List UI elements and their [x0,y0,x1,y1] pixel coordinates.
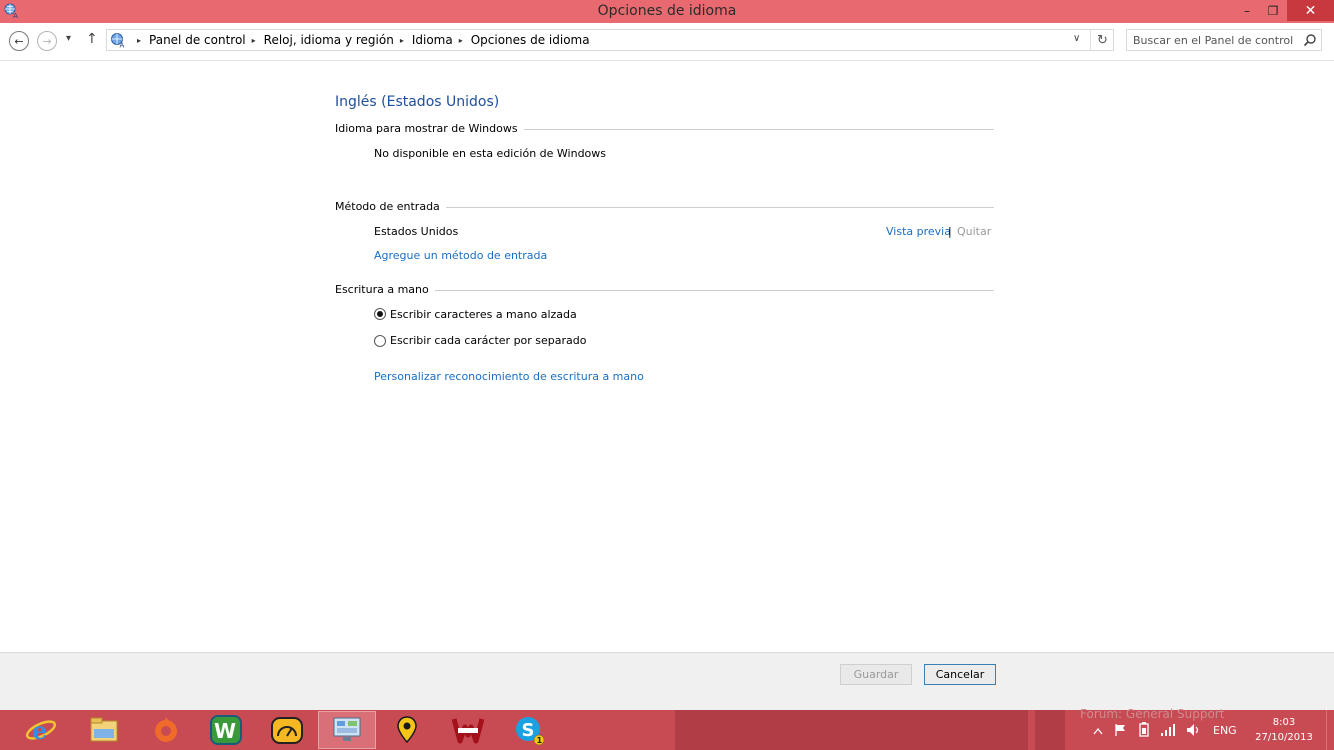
navigation-bar: ← → ▾ ↑ A ▸ Panel de control ▸ Reloj, id… [0,23,1334,61]
breadcrumb: ▸ Panel de control ▸ Reloj, idioma y reg… [131,33,590,47]
section-title: Escritura a mano [335,283,435,296]
display-language-section: Idioma para mostrar de Windows [335,122,994,138]
location-pin-icon [397,716,417,744]
close-button[interactable]: ✕ [1287,0,1334,21]
skype-notification-badge: 1 [537,736,543,745]
address-dropdown-icon[interactable]: ∨ [1073,33,1080,44]
separate-character-radio[interactable] [374,335,386,347]
taskbar-file-explorer[interactable] [75,711,133,749]
volume-icon[interactable] [1186,723,1202,737]
search-icon[interactable] [1303,33,1317,47]
internet-explorer-icon: e [25,716,57,745]
breadcrumb-separator-icon[interactable]: ▸ [459,36,463,45]
title-bar: A Opciones de idioma – ❐ ✕ [0,0,1334,23]
section-title: Idioma para mostrar de Windows [335,122,524,135]
wwe-icon [452,718,484,744]
refresh-button[interactable]: ↻ [1090,30,1114,50]
origin-icon [155,717,177,742]
personalize-handwriting-link[interactable]: Personalizar reconocimiento de escritura… [374,370,644,383]
taskbar-control-panel[interactable] [318,711,376,749]
remove-link[interactable]: Quitar [957,225,991,238]
page-title: Inglés (Estados Unidos) [335,94,500,110]
window-title: Opciones de idioma [597,3,737,19]
control-panel-icon [333,717,361,741]
breadcrumb-separator-icon[interactable]: ▸ [137,36,141,45]
arrow-right-icon: → [42,34,52,48]
back-button[interactable]: ← [9,31,29,51]
close-icon: ✕ [1304,2,1317,19]
separate-character-label[interactable]: Escribir cada carácter por separado [390,334,587,347]
chevron-down-icon: ▾ [66,33,72,44]
control-panel-icon: A [111,33,125,49]
taskbar-word-app[interactable]: W [197,711,255,749]
signal-bars-icon[interactable] [1160,723,1178,737]
breadcrumb-clock-language-region[interactable]: Reloj, idioma y región [264,33,394,47]
action-center-flag-icon[interactable] [1114,723,1128,737]
recent-locations-button[interactable]: ▾ [66,33,71,44]
taskbar-speed-app[interactable] [258,711,316,749]
background-window-text: Forum: General Support [1080,707,1225,721]
search-box[interactable] [1126,29,1322,51]
word-w-icon: W [210,715,242,745]
cancel-button[interactable]: Cancelar [924,664,996,685]
clock-date: 27/10/2013 [1255,732,1313,743]
input-method-item: Estados Unidos [374,225,459,238]
address-bar[interactable]: A ▸ Panel de control ▸ Reloj, idioma y r… [106,29,1114,51]
svg-text:e: e [32,716,47,745]
minimize-icon: – [1244,3,1250,18]
forward-button[interactable]: → [37,31,57,51]
breadcrumb-language-options[interactable]: Opciones de idioma [471,33,590,47]
clock-time: 8:03 [1272,717,1296,728]
save-button[interactable]: Guardar [840,664,912,685]
taskbar-band [1035,710,1065,750]
refresh-icon: ↻ [1097,32,1108,48]
breadcrumb-language[interactable]: Idioma [412,33,453,47]
up-button[interactable]: ↑ [86,31,98,47]
language-options-panel: Inglés (Estados Unidos) Idioma para most… [0,62,1334,652]
freehand-radio[interactable] [374,308,386,320]
display-language-value: No disponible en esta edición de Windows [374,147,607,160]
arrow-up-icon: ↑ [86,31,98,47]
freehand-label[interactable]: Escribir caracteres a mano alzada [390,308,577,321]
system-tray: Forum: General Support ENG 8:03 27/10/20… [1080,707,1334,750]
breadcrumb-separator-icon[interactable]: ▸ [252,36,256,45]
input-method-section: Método de entrada [335,200,994,216]
breadcrumb-separator-icon[interactable]: ▸ [400,36,404,45]
taskbar-origin[interactable] [137,711,195,749]
arrow-left-icon: ← [14,34,24,48]
input-language-indicator[interactable]: ENG [1213,724,1237,737]
maximize-button[interactable]: ❐ [1262,0,1284,21]
breadcrumb-control-panel[interactable]: Panel de control [149,33,246,47]
taskbar-band [675,710,1028,750]
clock[interactable]: 8:03 27/10/2013 [1245,715,1323,745]
minimize-button[interactable]: – [1236,0,1258,21]
taskbar-internet-explorer[interactable]: e [12,711,70,749]
taskbar-wwe-app[interactable] [439,711,497,749]
restore-icon: ❐ [1267,3,1279,18]
show-desktop-button[interactable] [1326,710,1334,750]
taskbar-maps-app[interactable] [378,711,436,749]
svg-text:S: S [522,720,535,741]
add-input-method-link[interactable]: Agregue un método de entrada [374,249,547,262]
handwriting-section: Escritura a mano [335,283,994,299]
file-explorer-icon [90,717,118,742]
svg-text:W: W [214,719,236,743]
search-input[interactable] [1127,30,1297,50]
skype-icon: S 1 [516,717,545,746]
preview-link[interactable]: Vista previa [886,225,951,238]
show-hidden-icons-icon[interactable] [1093,727,1103,735]
link-divider: | [948,225,952,238]
taskbar-skype[interactable]: S 1 [500,711,558,749]
svg-text:A: A [120,42,125,49]
section-title: Método de entrada [335,200,446,213]
taskbar: e W S 1 Forum: General Support ENG 8:03 … [0,707,1334,750]
footer-bar: Guardar Cancelar [0,652,1334,710]
speedometer-icon [271,717,303,744]
power-plug-icon[interactable] [1136,722,1152,738]
